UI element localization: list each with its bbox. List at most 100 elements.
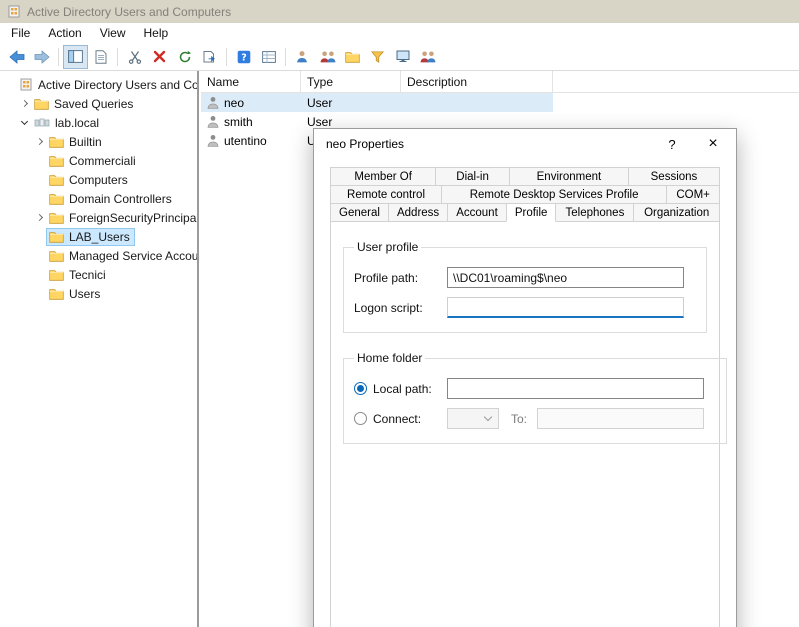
tree-node: Users bbox=[46, 285, 105, 303]
menu-action[interactable]: Action bbox=[39, 24, 90, 42]
dialog-title: neo Properties bbox=[326, 137, 654, 151]
tab-remote-control[interactable]: Remote control bbox=[330, 185, 442, 204]
tab-general[interactable]: General bbox=[330, 203, 389, 222]
user-icon bbox=[207, 115, 219, 128]
connect-path-input[interactable] bbox=[537, 408, 704, 429]
delete-button[interactable] bbox=[147, 45, 172, 69]
tree-item-tecnici[interactable]: Tecnici bbox=[0, 265, 197, 284]
column-header-description[interactable]: Description bbox=[401, 71, 553, 93]
tab-member-of[interactable]: Member Of bbox=[330, 167, 436, 186]
drive-letter-combo[interactable] bbox=[447, 408, 499, 429]
tree-item-commerciali[interactable]: Commerciali bbox=[0, 151, 197, 170]
table-icon bbox=[262, 51, 276, 63]
tree-item-domain-controllers[interactable]: Domain Controllers bbox=[0, 189, 197, 208]
toolbar-separator bbox=[226, 48, 227, 66]
tree-label: Managed Service Accoun bbox=[69, 249, 197, 263]
chevron-right-icon[interactable] bbox=[32, 139, 46, 144]
export-list-button[interactable] bbox=[197, 45, 222, 69]
scissors-icon bbox=[128, 50, 142, 64]
tab-dial-in[interactable]: Dial-in bbox=[435, 167, 510, 186]
tab-remote-desktop-services-profile[interactable]: Remote Desktop Services Profile bbox=[441, 185, 667, 204]
person-new-icon bbox=[296, 50, 309, 63]
toolbar-separator bbox=[58, 48, 59, 66]
folder-icon bbox=[49, 212, 64, 224]
new-user-button[interactable] bbox=[290, 45, 315, 69]
user-icon bbox=[207, 134, 219, 147]
tab-telephones[interactable]: Telephones bbox=[555, 203, 634, 222]
properties-sheet-button[interactable] bbox=[88, 45, 113, 69]
screen-icon bbox=[396, 50, 410, 63]
column-header-filler bbox=[553, 71, 799, 93]
tree-node: Builtin bbox=[46, 133, 107, 151]
forward-button[interactable] bbox=[29, 45, 54, 69]
tree-label: Commerciali bbox=[69, 154, 136, 168]
list-header: NameTypeDescription bbox=[201, 71, 799, 93]
properties-icon bbox=[95, 50, 107, 64]
column-header-name[interactable]: Name bbox=[201, 71, 301, 93]
tree-item-foreignsecurityprincipals[interactable]: ForeignSecurityPrincipals bbox=[0, 208, 197, 227]
new-group-button[interactable] bbox=[315, 45, 340, 69]
refresh-button[interactable] bbox=[172, 45, 197, 69]
tree-label: Computers bbox=[69, 173, 128, 187]
filter-button[interactable] bbox=[365, 45, 390, 69]
tree-item-managed-service-accoun[interactable]: Managed Service Accoun bbox=[0, 246, 197, 265]
arrow-right-icon bbox=[34, 50, 50, 64]
tree-node: Computers bbox=[46, 171, 133, 189]
local-path-input[interactable] bbox=[447, 378, 704, 399]
column-view-button[interactable] bbox=[256, 45, 281, 69]
group-new-icon bbox=[320, 50, 336, 63]
window-tree-icon bbox=[68, 50, 83, 63]
cell-description bbox=[401, 93, 553, 112]
tree-item-lab-users[interactable]: LAB_Users bbox=[0, 227, 197, 246]
profile-path-input[interactable] bbox=[447, 267, 684, 288]
tree-item-builtin[interactable]: Builtin bbox=[0, 132, 197, 151]
tree-item-lab-local[interactable]: lab.local bbox=[0, 113, 197, 132]
menu-view[interactable]: View bbox=[91, 24, 135, 42]
tree-item-active-directory-users-and-com[interactable]: Active Directory Users and Com bbox=[0, 75, 197, 94]
cut-button[interactable] bbox=[122, 45, 147, 69]
dialog-close-button[interactable]: × bbox=[690, 129, 736, 159]
local-path-label: Local path: bbox=[373, 382, 447, 396]
tab-address[interactable]: Address bbox=[388, 203, 448, 222]
tree-node: ForeignSecurityPrincipals bbox=[46, 209, 197, 227]
tab-account[interactable]: Account bbox=[447, 203, 507, 222]
row-name-text: smith bbox=[224, 115, 253, 129]
chevron-down-icon[interactable] bbox=[17, 121, 31, 124]
tab-strip: Member OfDial-inEnvironmentSessionsRemot… bbox=[330, 167, 720, 222]
tab-organization[interactable]: Organization bbox=[633, 203, 720, 222]
group-membership-button[interactable] bbox=[415, 45, 440, 69]
logon-script-input[interactable] bbox=[447, 297, 684, 318]
local-path-radio[interactable] bbox=[354, 382, 367, 395]
neo-properties-dialog: neo Properties ? × Member OfDial-inEnvir… bbox=[313, 128, 737, 627]
tree-item-users[interactable]: Users bbox=[0, 284, 197, 303]
tab-profile[interactable]: Profile bbox=[506, 203, 557, 222]
help-button[interactable]: ? bbox=[231, 45, 256, 69]
tab-row-1: Member OfDial-inEnvironmentSessions bbox=[330, 167, 720, 186]
tree-item-saved-queries[interactable]: Saved Queries bbox=[0, 94, 197, 113]
back-button[interactable] bbox=[4, 45, 29, 69]
column-header-type[interactable]: Type bbox=[301, 71, 401, 93]
tree-node: Managed Service Accoun bbox=[46, 247, 197, 265]
local-path-row: Local path: bbox=[354, 378, 704, 399]
folder-icon bbox=[49, 155, 64, 167]
chevron-down-icon bbox=[484, 413, 492, 421]
tree-item-computers[interactable]: Computers bbox=[0, 170, 197, 189]
dialog-help-button[interactable]: ? bbox=[654, 137, 690, 152]
list-row-neo[interactable]: neoUser bbox=[201, 93, 553, 112]
tab-sessions[interactable]: Sessions bbox=[628, 167, 720, 186]
funnel-icon bbox=[371, 51, 384, 63]
set-domain-button[interactable] bbox=[390, 45, 415, 69]
user-profile-group: User profile Profile path: Logon script: bbox=[343, 240, 707, 333]
chevron-right-icon[interactable] bbox=[17, 101, 31, 106]
menu-file[interactable]: File bbox=[2, 24, 39, 42]
menu-help[interactable]: Help bbox=[135, 24, 178, 42]
new-ou-button[interactable] bbox=[340, 45, 365, 69]
show-console-tree-button[interactable] bbox=[63, 45, 88, 69]
window-title: Active Directory Users and Computers bbox=[27, 5, 231, 19]
tree-label: Users bbox=[69, 287, 100, 301]
chevron-right-icon[interactable] bbox=[32, 215, 46, 220]
tab-environment[interactable]: Environment bbox=[509, 167, 629, 186]
tab-com[interactable]: COM+ bbox=[666, 185, 720, 204]
connect-radio[interactable] bbox=[354, 412, 367, 425]
cell-name: smith bbox=[201, 112, 301, 131]
